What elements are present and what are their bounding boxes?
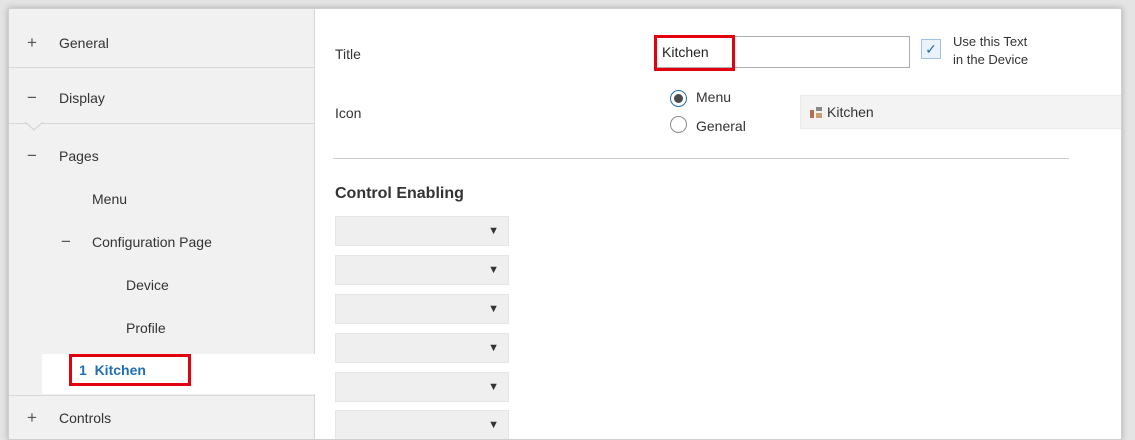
section-title: Control Enabling: [335, 185, 464, 202]
minus-icon[interactable]: −: [25, 88, 39, 108]
caret-down-icon: ▼: [488, 342, 499, 354]
divider: [333, 158, 1069, 159]
sidebar-item-label: Controls: [59, 410, 112, 426]
main-panel: Title ✓ Use this Text in the Device Icon…: [315, 9, 1121, 439]
caret-down-icon: ▼: [488, 303, 499, 315]
sidebar-item-label: Profile: [126, 320, 166, 336]
highlight-box: [69, 354, 191, 386]
caret-down-icon: ▼: [488, 264, 499, 276]
divider: [9, 67, 314, 68]
caret-down-icon: ▼: [488, 381, 499, 393]
sidebar-item-label: Device: [126, 277, 169, 293]
sidebar-item-menu[interactable]: Menu: [9, 177, 314, 221]
sidebar-item-label: Menu: [92, 191, 128, 207]
app-window: + General − Display − Pages Menu − Confi…: [8, 8, 1122, 440]
sidebar-item-device[interactable]: Device: [9, 263, 314, 307]
expanded-notch-icon: [25, 122, 43, 131]
use-text-label: Use this Text in the Device: [953, 33, 1028, 69]
highlight-box: [654, 35, 735, 71]
control-select[interactable]: ▼: [335, 333, 509, 363]
caret-down-icon: ▼: [488, 225, 499, 237]
title-label: Title: [335, 46, 361, 62]
sidebar-item-configuration-page[interactable]: − Configuration Page: [9, 220, 314, 264]
kitchen-icon: [810, 107, 822, 118]
use-text-checkbox[interactable]: ✓: [921, 39, 941, 59]
sidebar-item-label: Display: [59, 90, 105, 106]
control-select[interactable]: ▼: [335, 216, 509, 246]
control-select[interactable]: ▼: [335, 255, 509, 285]
icon-select[interactable]: Kitchen ▼: [800, 95, 1121, 129]
control-select[interactable]: ▼: [335, 294, 509, 324]
sidebar-item-profile[interactable]: Profile: [9, 306, 314, 350]
checkmark-icon: ✓: [925, 41, 937, 57]
sidebar-item-label: Configuration Page: [92, 234, 212, 250]
radio-menu-label: Menu: [696, 89, 732, 105]
sidebar-item-label: General: [59, 35, 109, 51]
sidebar-item-general[interactable]: + General: [9, 21, 314, 65]
radio-menu[interactable]: [670, 90, 687, 107]
sidebar-item-pages[interactable]: − Pages: [9, 134, 314, 178]
sidebar-item-controls[interactable]: + Controls: [9, 396, 314, 439]
sidebar-item-label: Pages: [59, 148, 99, 164]
sidebar-item-display[interactable]: − Display: [9, 76, 314, 120]
minus-icon[interactable]: −: [59, 232, 73, 252]
control-select[interactable]: ▼: [335, 410, 509, 439]
icon-select-value: Kitchen: [827, 104, 874, 120]
radio-general-label: General: [696, 118, 746, 134]
icon-label: Icon: [335, 105, 362, 121]
use-text-line1: Use this Text: [953, 34, 1028, 49]
divider: [9, 123, 314, 124]
radio-general[interactable]: [670, 116, 687, 133]
plus-icon[interactable]: +: [25, 408, 39, 428]
control-select[interactable]: ▼: [335, 372, 509, 402]
radio-dot: [674, 94, 683, 103]
use-text-line2: in the Device: [953, 52, 1029, 67]
caret-down-icon: ▼: [488, 419, 499, 431]
plus-icon[interactable]: +: [25, 33, 39, 53]
sidebar: + General − Display − Pages Menu − Confi…: [9, 9, 315, 439]
minus-icon[interactable]: −: [25, 146, 39, 166]
